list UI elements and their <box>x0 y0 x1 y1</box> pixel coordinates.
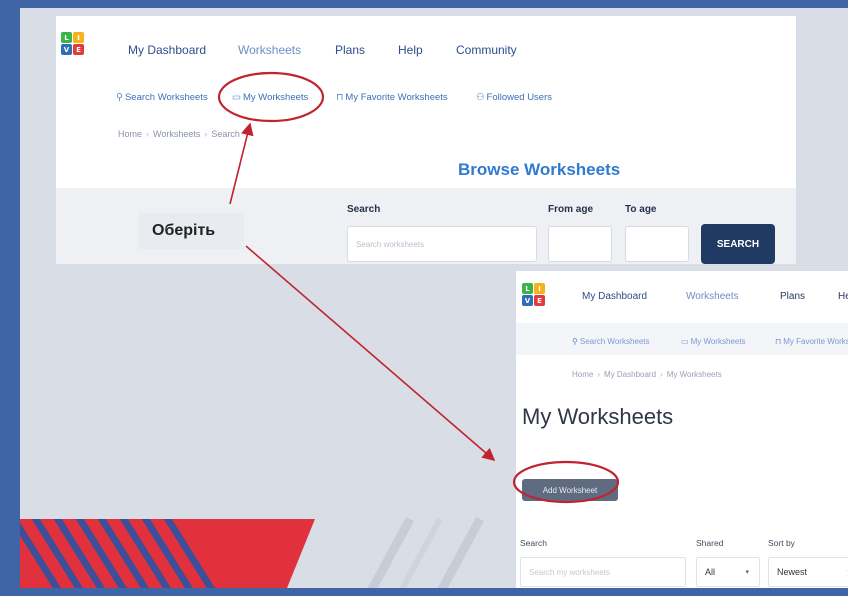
page-title: My Worksheets <box>522 404 674 429</box>
nav-help[interactable]: Help <box>838 291 848 302</box>
nav-community[interactable]: Community <box>456 43 517 57</box>
search-icon: ⚲ <box>572 337 578 346</box>
search-label: Search <box>520 538 547 548</box>
callout-label: Оберіть <box>138 213 244 249</box>
bookmark-icon: ⊓ <box>775 337 782 346</box>
logo-letter: L <box>522 283 533 294</box>
nav-plans[interactable]: Plans <box>335 43 365 57</box>
subnav-label: My Favorite Works <box>783 337 848 346</box>
nav-help[interactable]: Help <box>398 43 423 57</box>
subnav-my-worksheets[interactable]: ▭ My Worksheets <box>232 92 308 103</box>
breadcrumb-home[interactable]: Home <box>572 370 593 379</box>
to-age-input[interactable] <box>625 226 689 262</box>
logo-letter: E <box>534 295 545 306</box>
breadcrumb-home[interactable]: Home <box>118 129 142 139</box>
logo-letter: V <box>61 44 72 55</box>
decorative-stripes <box>20 516 484 588</box>
shared-label: Shared <box>696 538 724 548</box>
slide: L I V E My Dashboard Worksheets Plans He… <box>20 8 848 588</box>
subnav-label: Search Worksheets <box>579 337 650 346</box>
sort-select[interactable]: Newest ▾ <box>768 557 848 587</box>
search-input[interactable]: Search my worksheets <box>520 557 686 587</box>
sort-label: Sort by <box>768 538 795 548</box>
search-input[interactable]: Search worksheets <box>347 226 537 262</box>
breadcrumb: Home › Worksheets › Search <box>118 129 240 139</box>
live-logo[interactable]: L I V E <box>61 32 84 55</box>
breadcrumb-current: My Worksheets <box>666 370 722 379</box>
subnav-followed-users[interactable]: ⚇ Followed Users <box>476 92 552 103</box>
subnav-search-worksheets[interactable]: ⚲ Search Worksheets <box>572 337 650 346</box>
sort-value: Newest <box>777 567 808 577</box>
logo-letter: L <box>61 32 72 43</box>
shared-value: All <box>705 567 716 577</box>
subnav-my-worksheets[interactable]: ▭ My Worksheets <box>681 337 746 346</box>
subnav-my-favorite-worksheets[interactable]: ⊓ My Favorite Works <box>775 337 848 346</box>
from-age-label: From age <box>548 204 594 215</box>
breadcrumb-my-dashboard[interactable]: My Dashboard <box>604 370 656 379</box>
breadcrumb-current: Search <box>211 129 240 139</box>
breadcrumb-worksheets[interactable]: Worksheets <box>153 129 200 139</box>
chevron-down-icon: ▾ <box>745 569 749 576</box>
logo-letter: V <box>522 295 533 306</box>
nav-worksheets[interactable]: Worksheets <box>686 291 739 302</box>
subnav-label: My Worksheets <box>690 337 746 346</box>
search-button[interactable]: SEARCH <box>701 224 775 264</box>
book-icon: ▭ <box>232 92 241 103</box>
book-icon: ▭ <box>681 337 689 346</box>
nav-my-dashboard[interactable]: My Dashboard <box>128 43 206 57</box>
shared-select[interactable]: All ▾ <box>696 557 760 587</box>
subnav-search-worksheets[interactable]: ⚲ Search Worksheets <box>116 92 208 103</box>
arrow-line <box>245 245 496 462</box>
to-age-label: To age <box>625 204 657 215</box>
subnav-my-favorite-worksheets[interactable]: ⊓ My Favorite Worksheets <box>336 92 448 103</box>
search-icon: ⚲ <box>116 92 123 103</box>
logo-letter: I <box>534 283 545 294</box>
logo-letter: E <box>73 44 84 55</box>
live-logo[interactable]: L I V E <box>522 283 545 306</box>
nav-worksheets[interactable]: Worksheets <box>238 43 301 57</box>
user-icon: ⚇ <box>476 92 485 103</box>
from-age-input[interactable] <box>548 226 612 262</box>
subnav-label: Followed Users <box>486 92 552 103</box>
nav-my-dashboard[interactable]: My Dashboard <box>582 291 647 302</box>
subnav-label: My Favorite Worksheets <box>345 92 448 103</box>
my-worksheets-panel: L I V E My Dashboard Worksheets Plans He… <box>516 271 848 588</box>
nav-plans[interactable]: Plans <box>780 291 805 302</box>
bookmark-icon: ⊓ <box>336 92 344 103</box>
page-title: Browse Worksheets <box>458 160 621 179</box>
add-worksheet-button[interactable]: Add Worksheet <box>522 479 618 501</box>
logo-letter: I <box>73 32 84 43</box>
subnav-label: Search Worksheets <box>124 92 208 103</box>
search-label: Search <box>347 204 381 215</box>
subnav-label: My Worksheets <box>242 92 309 103</box>
breadcrumb: Home › My Dashboard › My Worksheets <box>572 370 722 379</box>
